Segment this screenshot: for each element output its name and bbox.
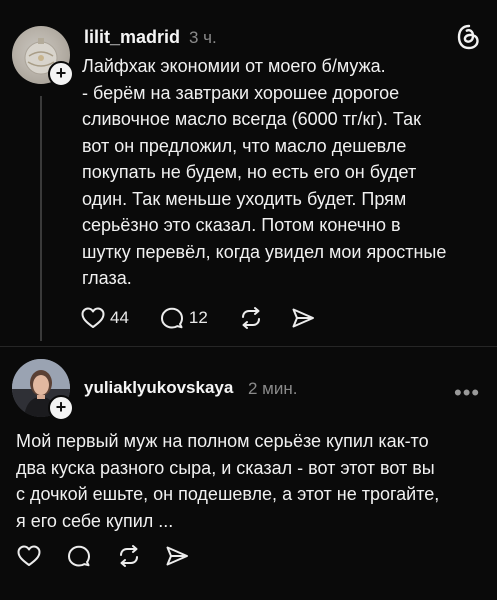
repost-icon <box>241 307 260 329</box>
post-divider <box>0 346 497 347</box>
comment-button[interactable]: 12 <box>159 306 208 330</box>
send-icon <box>292 308 314 328</box>
share-button[interactable] <box>164 544 190 568</box>
post-actions: 44 12 <box>80 306 316 330</box>
post-actions <box>16 544 190 568</box>
follow-plus-button[interactable]: + <box>48 61 74 87</box>
thread-line <box>40 96 42 341</box>
heart-icon <box>81 307 105 328</box>
threads-logo-icon[interactable] <box>456 24 482 55</box>
post-text: Мой первый муж на полном серьёзе купил к… <box>16 431 440 531</box>
post-time: 3 ч. <box>189 28 217 47</box>
follow-plus-button[interactable]: + <box>48 395 74 421</box>
like-button[interactable] <box>16 544 42 568</box>
send-icon <box>166 546 188 566</box>
more-options-button[interactable]: ••• <box>454 380 480 406</box>
comment-icon <box>160 307 183 329</box>
comment-icon <box>68 545 90 567</box>
post-username[interactable]: lilit_madrid <box>84 27 180 48</box>
post-text: Лайфхак экономии от моего б/мужа. - берё… <box>82 56 447 288</box>
share-button[interactable] <box>290 306 316 330</box>
repost-icon <box>120 545 138 567</box>
heart-icon <box>17 545 41 566</box>
like-count: 44 <box>110 308 129 327</box>
like-button[interactable]: 44 <box>80 306 129 330</box>
repost-button[interactable] <box>238 306 264 330</box>
post-time: 2 мин. <box>248 379 298 398</box>
comment-button[interactable] <box>66 544 92 568</box>
repost-button[interactable] <box>116 544 142 568</box>
comment-count: 12 <box>188 308 208 327</box>
post-username[interactable]: yuliaklyukovskaya <box>84 378 233 398</box>
